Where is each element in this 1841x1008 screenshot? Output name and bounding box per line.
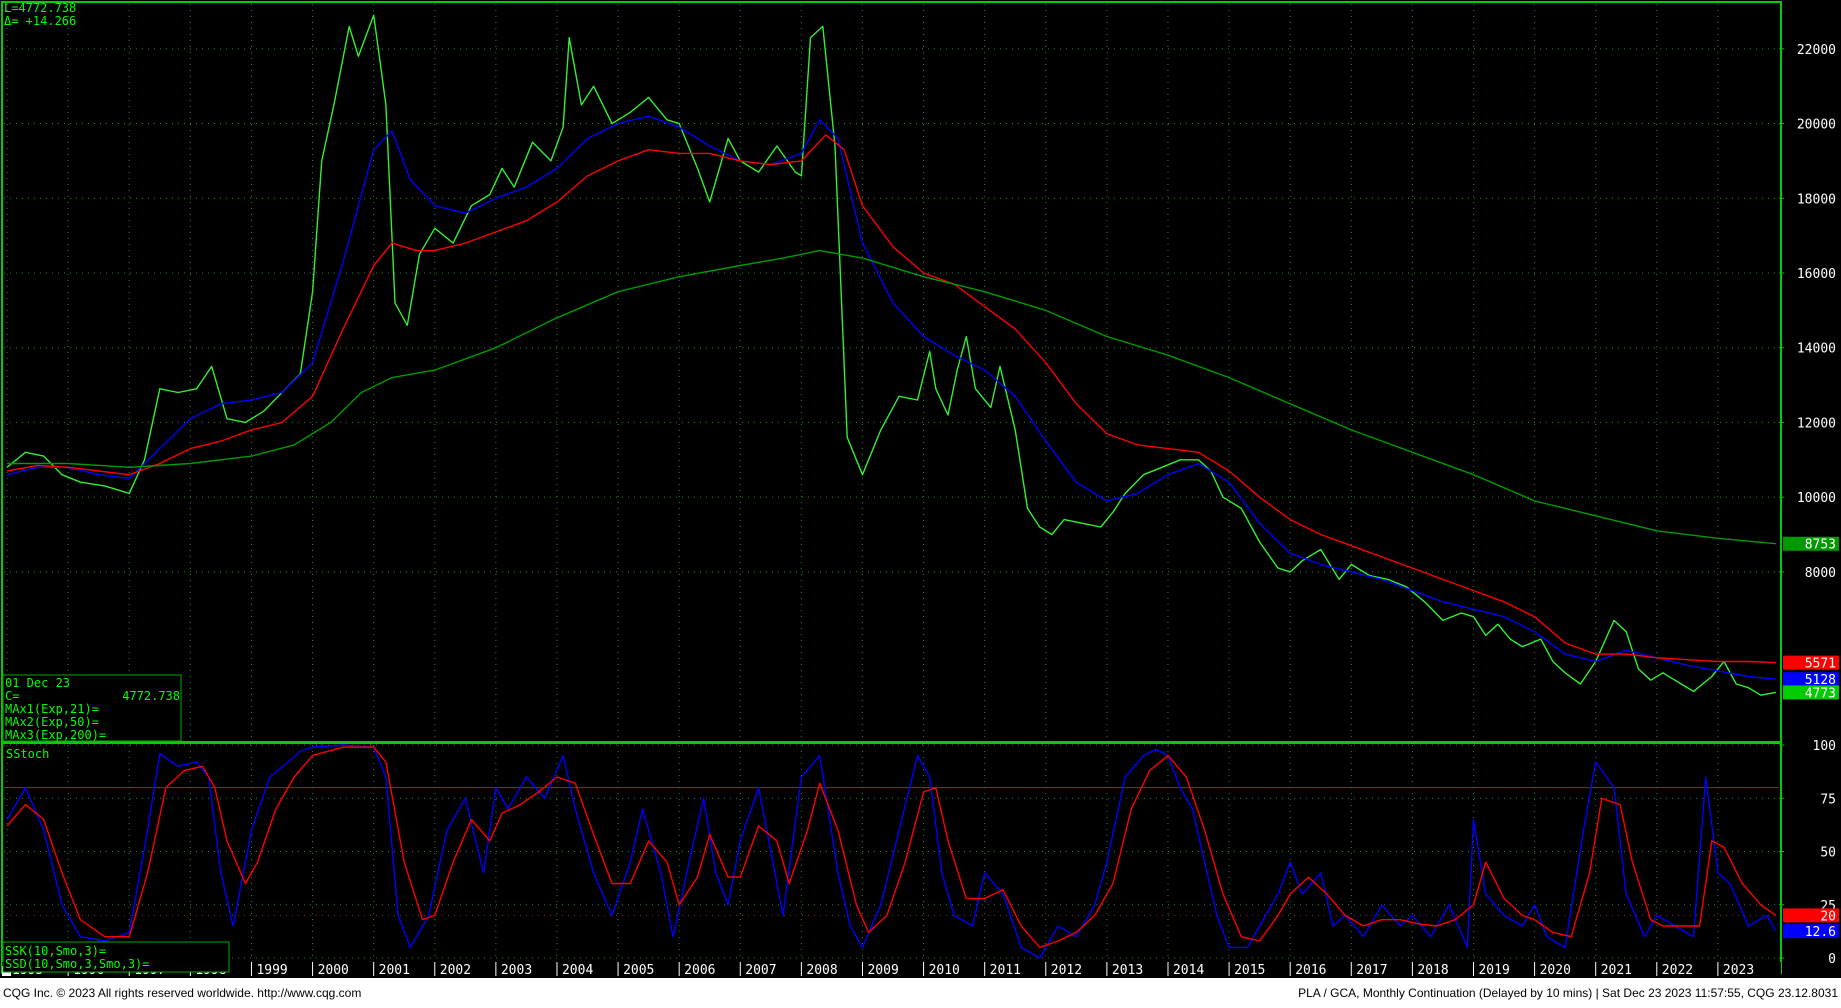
x-tick-label: 2014 — [1173, 963, 1204, 978]
time-axis: 1995199619971998199920002001200220032004… — [2, 962, 1781, 978]
info-box-ma3: MAx3(Exp,200)= — [5, 728, 106, 742]
cursor-readout-delta: Δ= +14.266 — [4, 14, 76, 28]
x-tick-label: 2019 — [1478, 963, 1509, 978]
x-tick-label: 1999 — [256, 963, 287, 978]
y-tick-label: 12000 — [1797, 416, 1836, 431]
last-value-tag-label: 8753 — [1805, 538, 1836, 553]
x-tick-label: 2016 — [1295, 963, 1326, 978]
y-tick-label: 22000 — [1797, 43, 1836, 58]
last-value-tag-label: 4773 — [1805, 686, 1836, 701]
y-tick-label: 0 — [1828, 952, 1836, 967]
info-box-date: 01 Dec 23 — [5, 676, 70, 690]
x-tick-label: 2018 — [1417, 963, 1448, 978]
x-tick-label: 2015 — [1234, 963, 1265, 978]
x-tick-label: 2011 — [990, 963, 1021, 978]
y-tick-label: 16000 — [1797, 267, 1836, 282]
x-tick-label: 2008 — [806, 963, 837, 978]
footer-instrument-info: PLA / GCA, Monthly Continuation (Delayed… — [1298, 986, 1838, 1000]
x-tick-label: 2004 — [562, 963, 593, 978]
y-tick-label: 14000 — [1797, 342, 1836, 357]
y-tick-label: 8000 — [1805, 566, 1836, 581]
x-tick-label: 2023 — [1723, 963, 1754, 978]
info-box-ma2: MAx2(Exp,50)= — [5, 715, 99, 729]
last-value-tag-label: 5571 — [1805, 657, 1836, 672]
stochastic-last-value-tags: 2012.6 — [1783, 908, 1839, 940]
cursor-readout-level: L=4772.738 — [4, 1, 76, 15]
y-tick-label: 10000 — [1797, 491, 1836, 506]
x-tick-label: 2003 — [501, 963, 532, 978]
x-tick-label: 2012 — [1051, 963, 1082, 978]
stochastic-ssd-label: SSD(10,Smo,3,Smo,3)= — [5, 957, 150, 971]
x-tick-label: 2002 — [440, 963, 471, 978]
y-tick-label: 50 — [1820, 846, 1836, 861]
last-value-tag-label: 20 — [1820, 909, 1836, 924]
info-box-close-label: C= — [5, 689, 19, 703]
last-value-tag-label: 12.6 — [1805, 925, 1836, 940]
x-tick-label: 2022 — [1662, 963, 1693, 978]
stochastic-ssk-label: SSK(10,Smo,3)= — [5, 944, 106, 958]
x-tick-label: 2000 — [318, 963, 349, 978]
y-tick-label: 75 — [1820, 792, 1836, 807]
y-tick-label: 20000 — [1797, 118, 1836, 133]
x-tick-label: 2007 — [745, 963, 776, 978]
footer-bar: CQG Inc. © 2023 All rights reserved worl… — [0, 978, 1841, 1008]
info-box-ma1: MAx1(Exp,21)= — [5, 702, 99, 716]
info-box-close-value: 4772.738 — [122, 689, 180, 703]
y-tick-label: 18000 — [1797, 192, 1836, 207]
x-tick-label: 2009 — [867, 963, 898, 978]
y-tick-label: 100 — [1813, 739, 1836, 754]
x-tick-label: 2013 — [1112, 963, 1143, 978]
info-box: 01 Dec 23 C= 4772.738 MAx1(Exp,21)= MAx2… — [2, 674, 182, 742]
footer-copyright: CQG Inc. © 2023 All rights reserved worl… — [3, 986, 362, 1000]
x-tick-label: 2017 — [1356, 963, 1387, 978]
chart-canvas[interactable]: 800010000120001400016000180002000022000 … — [0, 0, 1841, 978]
x-tick-label: 2006 — [684, 963, 715, 978]
x-tick-label: 2001 — [379, 963, 410, 978]
x-tick-label: 2010 — [929, 963, 960, 978]
stochastic-title: SStoch — [6, 747, 49, 761]
x-tick-label: 2005 — [623, 963, 654, 978]
x-tick-label: 2021 — [1601, 963, 1632, 978]
x-tick-label: 2020 — [1540, 963, 1571, 978]
cursor-readout: L=4772.738 Δ= +14.266 — [4, 1, 76, 28]
